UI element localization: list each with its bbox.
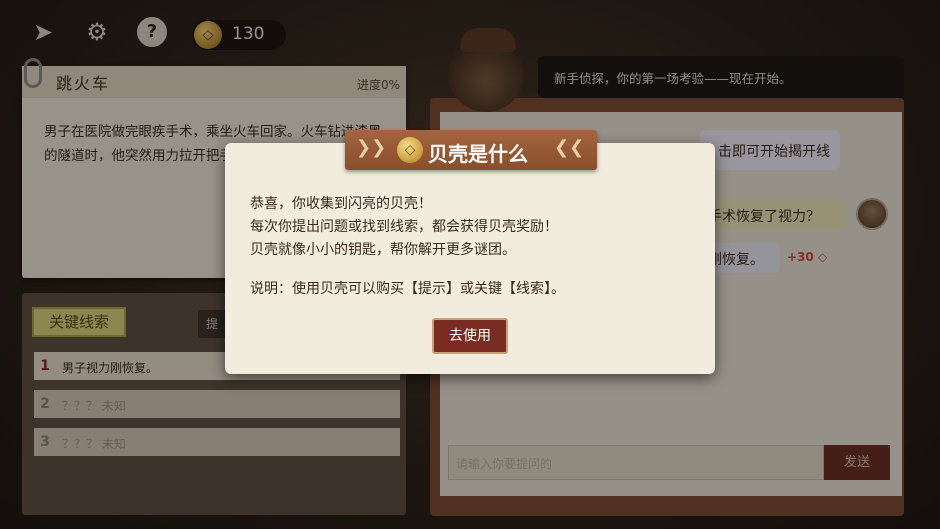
modal-text-line: 恭喜，你收集到闪亮的贝壳！ <box>250 196 432 212</box>
modal-note: 说明：使用贝壳可以购买【提示】或关键【线索】。 <box>250 281 565 297</box>
modal-text-line: 贝壳就像小小的钥匙，帮你解开更多谜团。 <box>250 242 516 258</box>
shell-icon: ◇ <box>397 137 423 163</box>
chevron-right-icon: ❯❯ <box>356 137 387 158</box>
chevron-left-icon: ❮❮ <box>554 137 585 158</box>
modal-text-line: 每次你提出问题或找到线索，都会获得贝壳奖励！ <box>250 219 558 235</box>
use-shell-button[interactable]: 去使用 <box>432 318 508 354</box>
modal-title: 贝壳是什么 <box>428 142 528 166</box>
